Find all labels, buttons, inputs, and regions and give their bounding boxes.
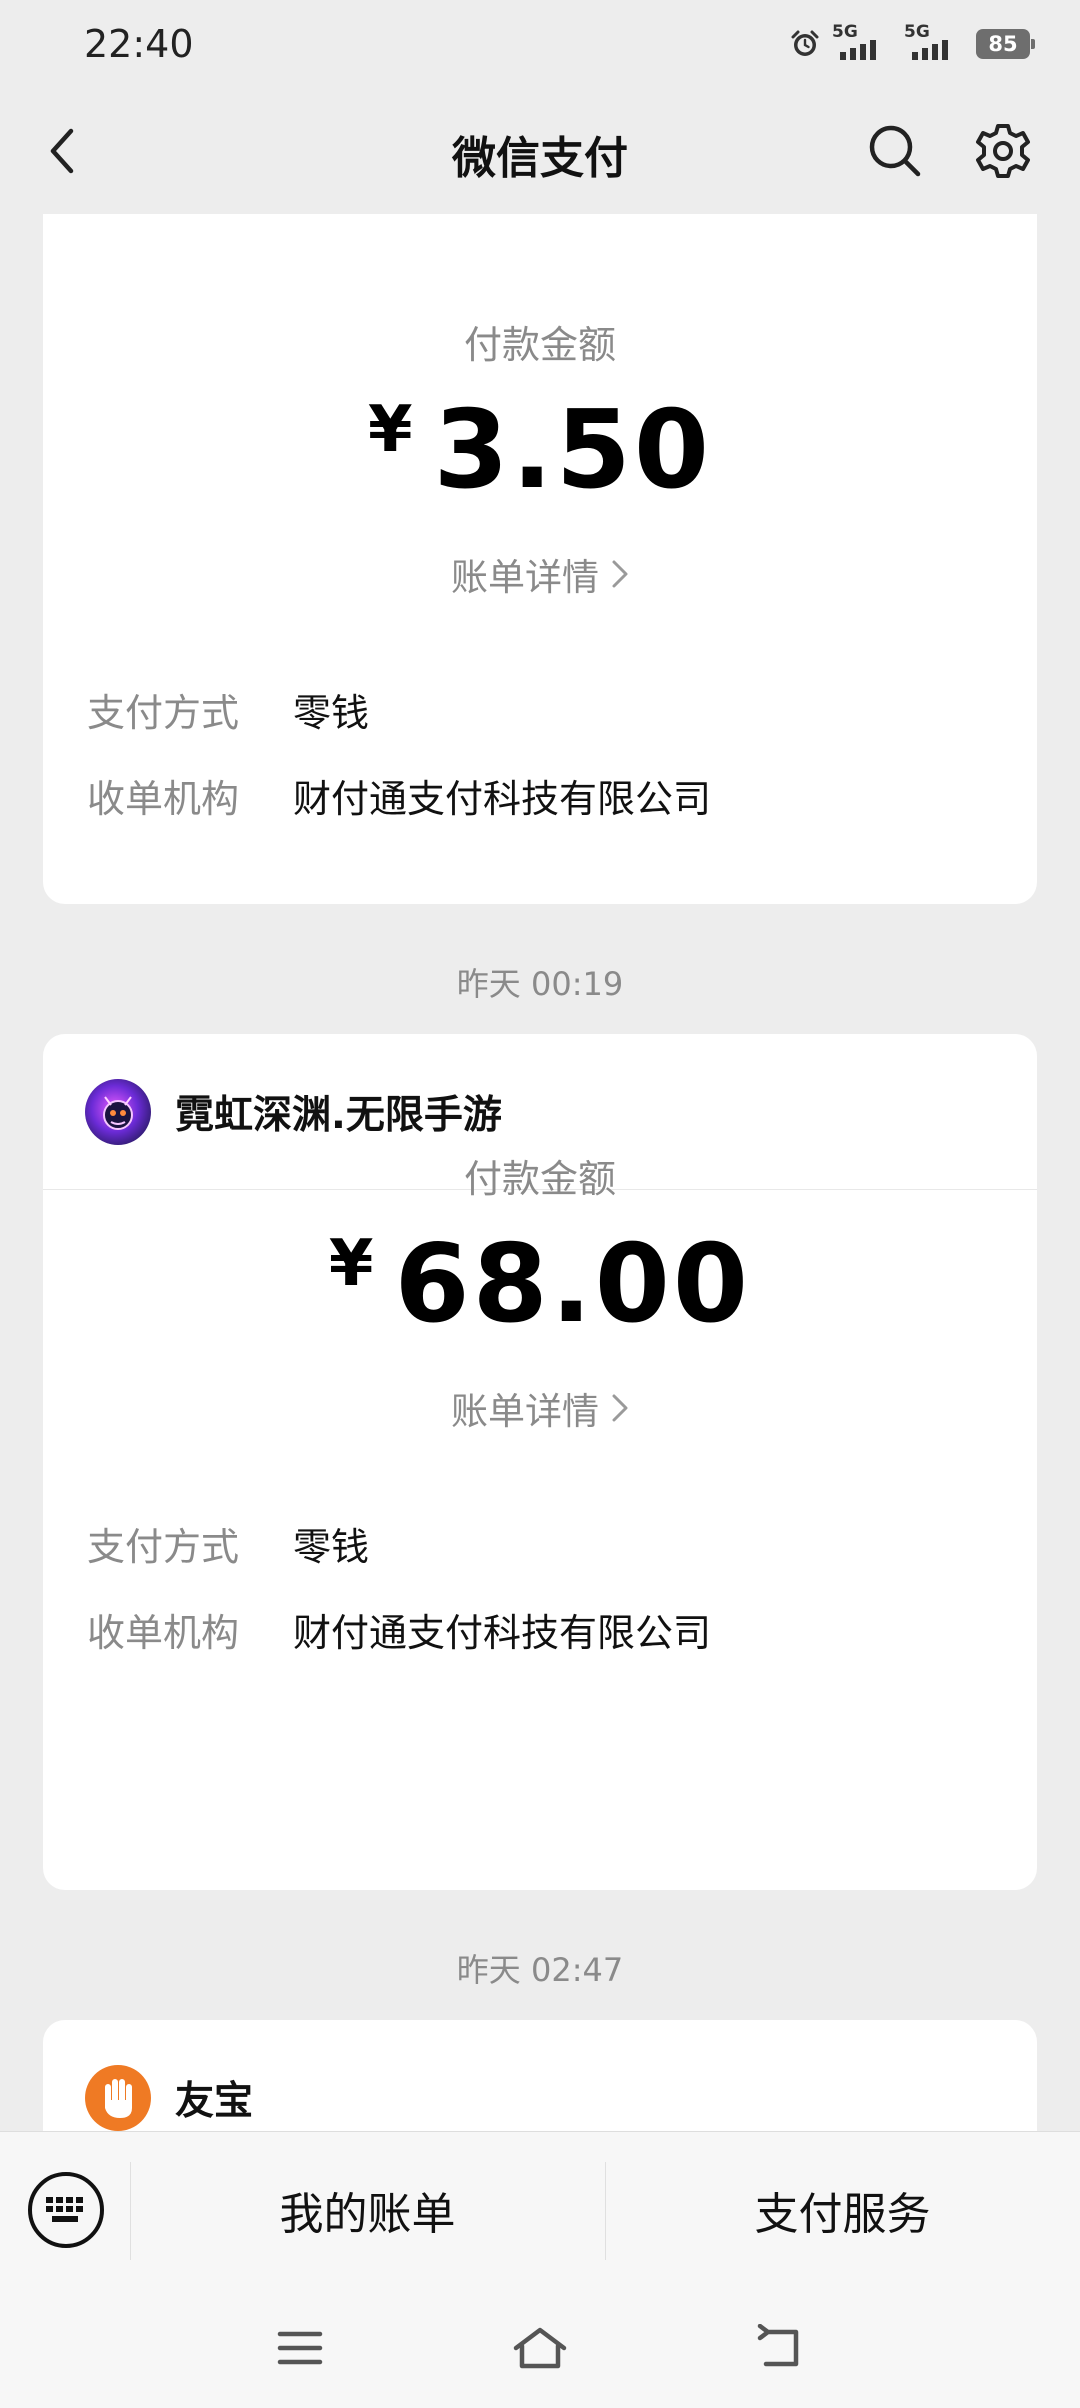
signal-5g-1-icon: 5G: [832, 22, 892, 64]
amount-number: 68.00: [394, 1222, 752, 1347]
back-gesture-icon: [757, 2324, 799, 2367]
transaction-list[interactable]: 付款金额 ¥3.50 账单详情 支付方式 零钱 收单机构 财付通支付科技有限公司…: [0, 214, 1080, 2131]
timestamp: 昨天 02:47: [456, 1951, 624, 1989]
keyboard-button[interactable]: [28, 2172, 104, 2248]
acquirer-row: 收单机构 财付通支付科技有限公司: [87, 752, 711, 838]
pay-method-value: 零钱: [293, 1524, 370, 1569]
bill-detail-label: 账单详情: [451, 556, 599, 599]
bill-detail-label: 账单详情: [451, 1390, 599, 1433]
amount-block: 付款金额 ¥3.50 账单详情: [43, 314, 1037, 601]
battery-level: 85: [988, 32, 1018, 56]
acquirer-key: 收单机构: [87, 776, 240, 821]
bill-detail-link[interactable]: 账单详情: [451, 547, 629, 601]
merchant-avatar: [85, 1078, 151, 1145]
pay-method-row: 支付方式 零钱: [87, 1500, 711, 1586]
acquirer-value: 财付通支付科技有限公司: [293, 1610, 712, 1655]
info-rows: 支付方式 零钱 收单机构 财付通支付科技有限公司: [87, 1500, 711, 1672]
nav-bar: 微信支付: [0, 88, 1080, 214]
hand-icon: [105, 2079, 132, 2118]
chevron-right-icon: [612, 560, 628, 588]
search-button[interactable]: [862, 118, 928, 184]
chevron-right-icon: [612, 1394, 628, 1422]
pay-method-key: 支付方式: [87, 690, 240, 735]
home-icon: [513, 2327, 567, 2369]
status-bar: 22:40 5G 5G 85: [0, 0, 1080, 88]
system-menu-button[interactable]: [260, 2310, 340, 2386]
menu-icon: [277, 2331, 323, 2365]
merchant-name: 友宝: [175, 2079, 254, 2124]
signal-label-1: 5G: [832, 22, 858, 42]
merchant-avatar: [85, 2065, 151, 2131]
system-back-button[interactable]: [740, 2310, 820, 2386]
bill-detail-link[interactable]: 账单详情: [451, 1381, 629, 1435]
amount-value: ¥3.50: [43, 397, 1037, 505]
timestamp: 昨天 00:19: [456, 965, 624, 1003]
pay-method-key: 支付方式: [87, 1524, 240, 1569]
pay-method-value: 零钱: [293, 690, 370, 735]
merchant-row[interactable]: 友宝: [43, 2020, 1037, 2131]
signal-5g-2-icon: 5G: [904, 22, 964, 64]
amount-label: 付款金额: [463, 323, 616, 367]
pay-service-button[interactable]: 支付服务: [605, 2132, 1080, 2287]
search-icon: [869, 125, 921, 177]
amount-block: 付款金额 ¥68.00 账单详情: [43, 1148, 1037, 1435]
settings-button[interactable]: [970, 118, 1036, 184]
amount-label: 付款金额: [463, 1157, 616, 1201]
bottom-bar: 我的账单 支付服务: [0, 2131, 1080, 2286]
status-icons: 5G 5G 85: [790, 22, 1035, 64]
merchant-name: 霓虹深渊.无限手游: [175, 1092, 502, 1138]
acquirer-value: 财付通支付科技有限公司: [293, 776, 712, 821]
transaction-card[interactable]: 友宝: [43, 2020, 1037, 2131]
alarm-icon: [790, 29, 820, 59]
amount-number: 3.50: [433, 388, 712, 513]
pay-method-row: 支付方式 零钱: [87, 666, 711, 752]
system-home-button[interactable]: [500, 2310, 580, 2386]
gear-icon: [976, 124, 1030, 178]
amount-value: ¥68.00: [43, 1231, 1037, 1339]
currency-symbol: ¥: [328, 1227, 377, 1301]
keyboard-icon: [46, 2197, 83, 2222]
status-time: 22:40: [84, 22, 194, 66]
system-nav: [0, 2286, 1080, 2408]
transaction-card[interactable]: 付款金额 ¥3.50 账单详情 支付方式 零钱 收单机构 财付通支付科技有限公司: [43, 214, 1037, 904]
battery-icon: 85: [976, 29, 1035, 59]
acquirer-row: 收单机构 财付通支付科技有限公司: [87, 1586, 711, 1672]
game-logo-icon: [103, 1095, 133, 1130]
transaction-card[interactable]: 霓虹深渊.无限手游 付款金额 ¥68.00 账单详情 支付方式 零钱 收单机构 …: [43, 1034, 1037, 1890]
info-rows: 支付方式 零钱 收单机构 财付通支付科技有限公司: [87, 666, 711, 838]
my-bill-button[interactable]: 我的账单: [130, 2132, 605, 2287]
signal-label-2: 5G: [904, 22, 930, 42]
currency-symbol: ¥: [368, 393, 416, 467]
acquirer-key: 收单机构: [87, 1610, 240, 1655]
